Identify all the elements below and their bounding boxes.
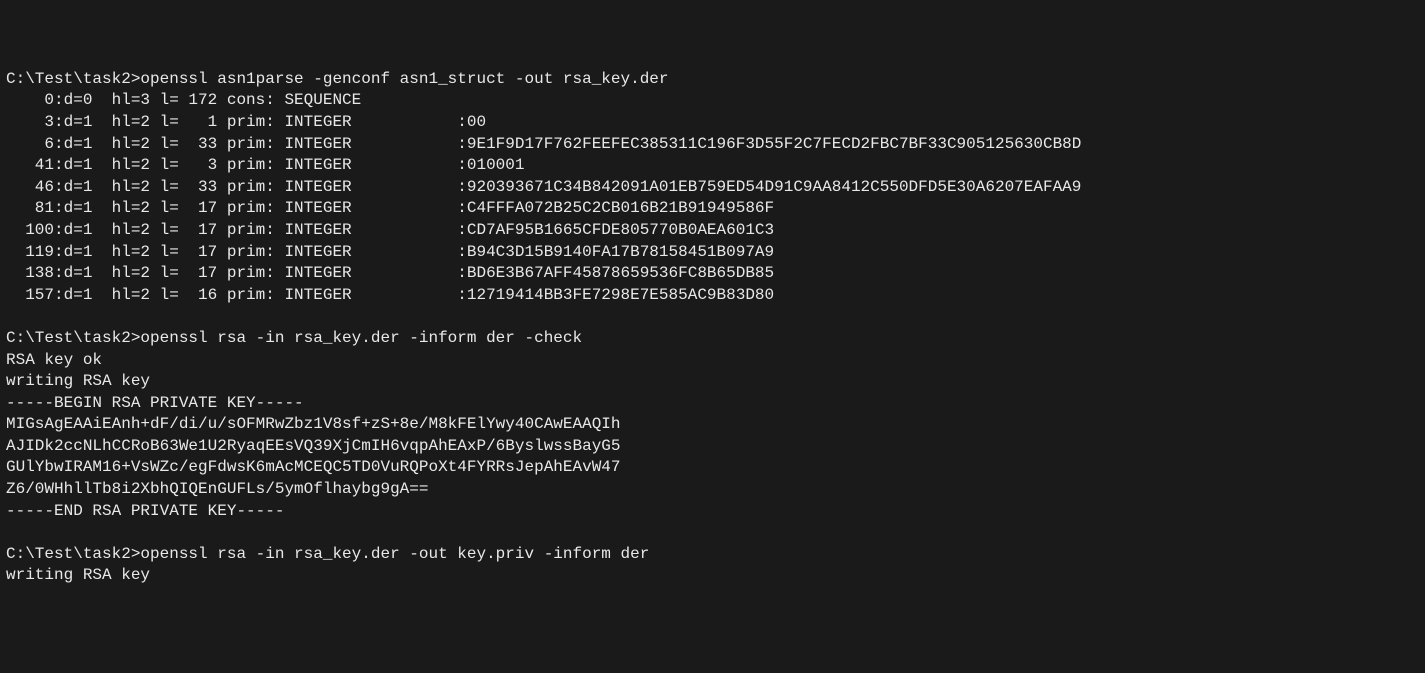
asn1-output-line: 3:d=1 hl=2 l= 1 prim: INTEGER :00 (6, 112, 1419, 134)
command-line-2: C:\Test\task2>openssl rsa -in rsa_key.de… (6, 328, 1419, 350)
asn1-output-line: 119:d=1 hl=2 l= 17 prim: INTEGER :B94C3D… (6, 242, 1419, 264)
asn1-output-line: 0:d=0 hl=3 l= 172 cons: SEQUENCE (6, 90, 1419, 112)
asn1-output-line: 41:d=1 hl=2 l= 3 prim: INTEGER :010001 (6, 155, 1419, 177)
rsa-check-output-line: RSA key ok (6, 350, 1419, 372)
prompt: C:\Test\task2> (6, 329, 140, 347)
rsa-out-output-line: writing RSA key (6, 565, 1419, 587)
asn1-output-line: 46:d=1 hl=2 l= 33 prim: INTEGER :9203936… (6, 177, 1419, 199)
rsa-check-output-line: MIGsAgEAAiEAnh+dF/di/u/sOFMRwZbz1V8sf+zS… (6, 414, 1419, 436)
command-line-1: C:\Test\task2>openssl asn1parse -genconf… (6, 69, 1419, 91)
blank-line (6, 522, 1419, 544)
rsa-check-output-line: Z6/0WHhllTb8i2XbhQIQEnGUFLs/5ymOflhaybg9… (6, 479, 1419, 501)
asn1-output-line: 157:d=1 hl=2 l= 16 prim: INTEGER :127194… (6, 285, 1419, 307)
rsa-check-output-line: writing RSA key (6, 371, 1419, 393)
asn1-output-line: 100:d=1 hl=2 l= 17 prim: INTEGER :CD7AF9… (6, 220, 1419, 242)
command-line-3: C:\Test\task2>openssl rsa -in rsa_key.de… (6, 544, 1419, 566)
asn1-output-line: 6:d=1 hl=2 l= 33 prim: INTEGER :9E1F9D17… (6, 134, 1419, 156)
asn1-output-line: 81:d=1 hl=2 l= 17 prim: INTEGER :C4FFFA0… (6, 198, 1419, 220)
prompt: C:\Test\task2> (6, 545, 140, 563)
blank-line (6, 306, 1419, 328)
rsa-check-output-line: AJIDk2ccNLhCCRoB63We1U2RyaqEEsVQ39XjCmIH… (6, 436, 1419, 458)
rsa-check-output-line: GUlYbwIRAM16+VsWZc/egFdwsK6mAcMCEQC5TD0V… (6, 457, 1419, 479)
rsa-check-output-line: -----BEGIN RSA PRIVATE KEY----- (6, 393, 1419, 415)
rsa-check-output-line: -----END RSA PRIVATE KEY----- (6, 501, 1419, 523)
asn1-output-line: 138:d=1 hl=2 l= 17 prim: INTEGER :BD6E3B… (6, 263, 1419, 285)
command-text: openssl rsa -in rsa_key.der -inform der … (140, 329, 582, 347)
prompt: C:\Test\task2> (6, 70, 140, 88)
command-text: openssl asn1parse -genconf asn1_struct -… (140, 70, 668, 88)
command-text: openssl rsa -in rsa_key.der -out key.pri… (140, 545, 649, 563)
